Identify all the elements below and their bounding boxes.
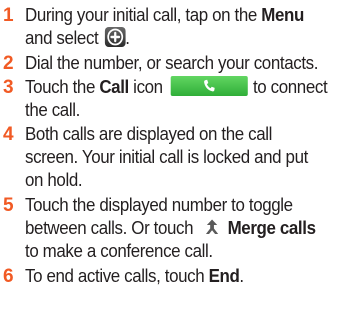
- step-text: Both calls are displayed on the call scr…: [25, 124, 308, 190]
- step-number: 4: [3, 124, 14, 145]
- instruction-steps: 1 During your initial call, tap on the M…: [0, 0, 340, 317]
- merge-calls-icon: [201, 217, 222, 237]
- step-number: 1: [3, 5, 14, 26]
- step-number: 2: [3, 53, 14, 74]
- step-text: To end active calls, touch End.: [25, 266, 244, 286]
- merge-calls-label: Merge calls: [227, 218, 316, 238]
- end-label: End: [208, 266, 240, 286]
- step-text: Touch the Call icon to connect the call.: [25, 76, 328, 120]
- menu-label: Menu: [261, 5, 304, 25]
- step-text: Touch the displayed number to toggle bet…: [25, 195, 316, 261]
- step-text: During your initial call, tap on the Men…: [25, 5, 304, 48]
- step-number: 5: [3, 195, 14, 216]
- step-number: 6: [3, 266, 14, 287]
- step-text: Dial the number, or search your contacts…: [25, 53, 319, 73]
- phone-icon: [170, 76, 248, 97]
- add-call-icon: [104, 27, 126, 48]
- step-number: 3: [3, 77, 14, 98]
- call-label: Call: [99, 77, 129, 97]
